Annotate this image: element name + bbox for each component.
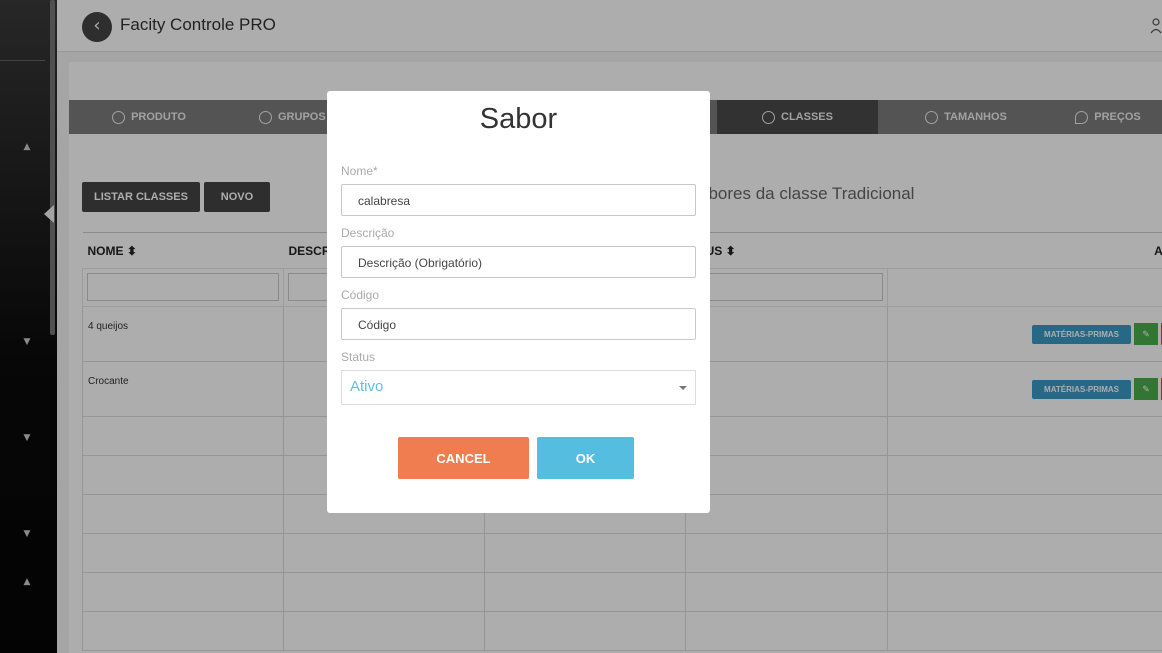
- cancel-button[interactable]: CANCEL: [398, 437, 529, 479]
- sabor-modal: Sabor Nome* calabresa Descrição Descriçã…: [327, 91, 710, 513]
- codigo-input[interactable]: Código: [341, 308, 696, 340]
- nome-input[interactable]: calabresa: [341, 184, 696, 216]
- codigo-label: Código: [341, 288, 380, 302]
- status-select-value: Ativo: [350, 378, 384, 395]
- ok-button[interactable]: OK: [537, 437, 634, 479]
- descricao-input[interactable]: Descrição (Obrigatório): [341, 246, 696, 278]
- descricao-label: Descrição: [341, 226, 395, 240]
- modal-title: Sabor: [479, 103, 558, 135]
- status-select[interactable]: Ativo: [341, 370, 696, 405]
- status-label: Status: [341, 350, 376, 364]
- nome-label: Nome*: [341, 164, 378, 178]
- chevron-down-icon: [679, 386, 687, 390]
